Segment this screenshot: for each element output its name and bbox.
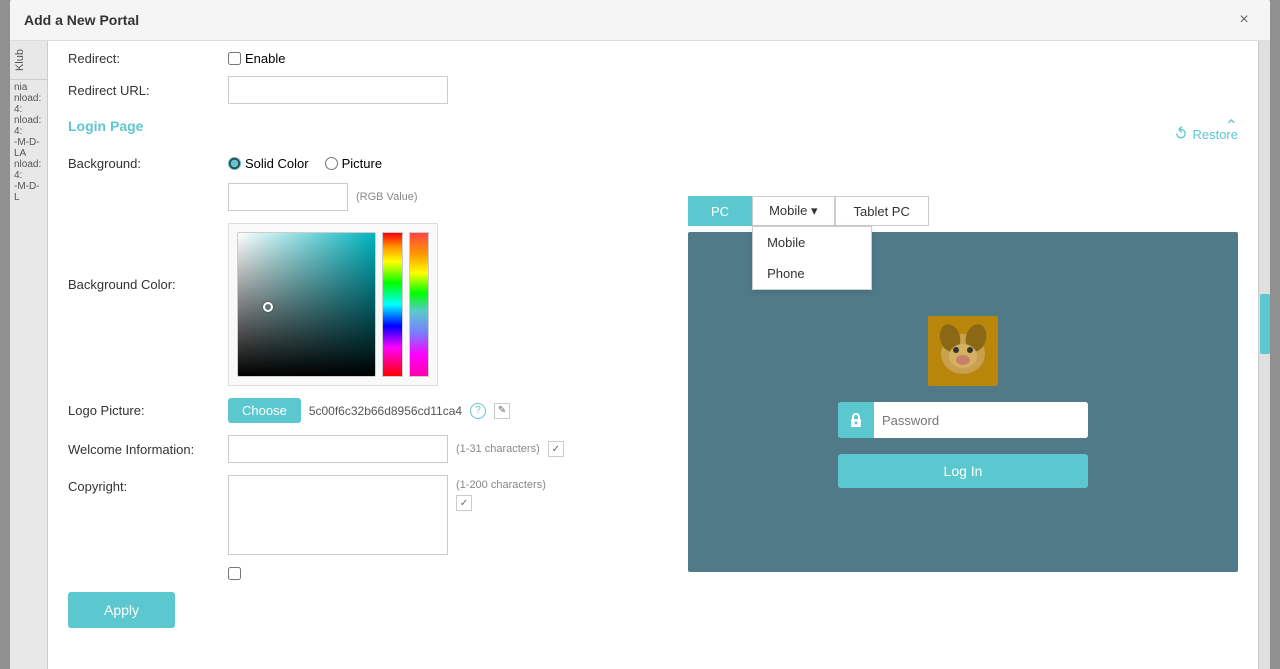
solid-color-radio[interactable]	[228, 157, 241, 170]
content-area: Redirect: Enable Redirect URL: Login Pag	[48, 41, 1258, 638]
bottom-checkbox[interactable]	[228, 567, 241, 580]
redirect-url-input[interactable]	[228, 76, 448, 104]
help-icon[interactable]: ?	[470, 403, 486, 419]
tab-pc[interactable]: PC	[688, 196, 752, 226]
modal-header: Add a New Portal ×	[10, 0, 1270, 41]
welcome-row: Welcome Information: (1-31 characters) ✓	[68, 435, 668, 463]
background-label: Background:	[68, 156, 228, 171]
enable-checkbox[interactable]	[228, 52, 241, 65]
preview-logo	[928, 316, 998, 386]
color-cursor[interactable]	[263, 302, 273, 312]
copyright-char-info: (1-200 characters)	[456, 479, 546, 491]
picture-radio[interactable]	[325, 157, 338, 170]
tab-mobile[interactable]: Mobile ▾	[752, 196, 834, 226]
tabs-left: PC Mobile ▾ Mobile Phone	[688, 196, 929, 226]
right-col: PC Mobile ▾ Mobile Phone	[688, 156, 1238, 628]
welcome-info-icon[interactable]: ✓	[548, 441, 564, 457]
preview-password-input[interactable]	[874, 402, 1088, 438]
close-button[interactable]: ×	[1232, 8, 1256, 32]
copyright-label: Copyright:	[68, 475, 228, 494]
logo-label: Logo Picture:	[68, 403, 228, 418]
tab-mobile-wrapper: Mobile ▾ Mobile Phone	[752, 196, 834, 226]
sidebar-info-1: nia	[14, 82, 43, 93]
device-tabs-container: PC Mobile ▾ Mobile Phone	[688, 196, 1238, 226]
logo-row: Logo Picture: Choose 5c00f6c32b66d8956cd…	[68, 398, 668, 423]
redirect-row: Redirect: Enable	[68, 51, 1238, 66]
copyright-info-icon[interactable]: ✓	[456, 495, 472, 511]
sidebar-label-klub: Klub	[10, 41, 47, 79]
welcome-controls: (1-31 characters) ✓	[228, 435, 564, 463]
picture-label: Picture	[342, 156, 382, 171]
preview-logo-img	[928, 316, 998, 386]
tab-tablet[interactable]: Tablet PC	[835, 196, 929, 226]
edit-icon[interactable]: ✎	[494, 403, 510, 419]
scrollbar-thumb[interactable]	[1260, 294, 1270, 354]
left-sidebar: Klub nia nload: 4: nload: 4: -M-D-LA nlo…	[10, 41, 48, 669]
bg-color-label: Background Color:	[68, 277, 228, 292]
color-spectrum-canvas[interactable]	[237, 232, 376, 377]
sidebar-info-3: 4:	[14, 104, 43, 115]
welcome-char-info: (1-31 characters)	[456, 443, 540, 455]
picture-option[interactable]: Picture	[325, 156, 382, 171]
bottom-checkbox-row	[68, 567, 668, 580]
dropdown-phone[interactable]: Phone	[753, 258, 871, 289]
hue-strip[interactable]	[382, 232, 403, 377]
rgb-hint: (RGB Value)	[356, 191, 418, 203]
mobile-dropdown: Mobile Phone	[752, 226, 872, 290]
welcome-input[interactable]	[228, 435, 448, 463]
bg-color-controls: #61838b (RGB Value)	[228, 183, 438, 386]
dropdown-mobile[interactable]: Mobile	[753, 227, 871, 258]
enable-label[interactable]: Enable	[228, 51, 285, 66]
scrollbar[interactable]	[1258, 41, 1270, 669]
choose-button[interactable]: Choose	[228, 398, 301, 423]
color-value-input[interactable]: #61838b	[228, 183, 348, 211]
copyright-row: Copyright: (1-200 characters) ✓	[68, 475, 668, 555]
background-row: Background: Solid Color Picture	[68, 156, 668, 171]
sidebar-info-5: 4:	[14, 126, 43, 137]
modal-title: Add a New Portal	[24, 12, 139, 28]
sidebar-info-2: nload:	[14, 93, 43, 104]
logo-filename: 5c00f6c32b66d8956cd11ca4	[309, 404, 462, 418]
sidebar-info-9: -M-D-L	[14, 181, 43, 203]
color-input-row: #61838b (RGB Value)	[228, 183, 438, 211]
preview-login-button[interactable]: Log In	[838, 454, 1088, 488]
sidebar-info-8: 4:	[14, 170, 43, 181]
apply-btn-container: Apply	[68, 592, 668, 628]
login-page-title: Login Page	[68, 118, 143, 134]
two-col-layout: Background: Solid Color Picture	[68, 156, 1238, 628]
redirect-url-label: Redirect URL:	[68, 83, 228, 98]
bg-color-row: Background Color: #61838b (RGB Value)	[68, 183, 668, 386]
main-content: Redirect: Enable Redirect URL: Login Pag	[48, 41, 1258, 669]
sidebar-info-4: nload:	[14, 115, 43, 126]
color-picker-wrapper	[228, 223, 438, 386]
left-col: Background: Solid Color Picture	[68, 156, 668, 628]
sidebar-info-7: nload:	[14, 159, 43, 170]
modal: Add a New Portal × Klub nia nload: 4: nl…	[10, 0, 1270, 669]
color-spectrum	[238, 233, 375, 376]
logo-controls: Choose 5c00f6c32b66d8956cd11ca4 ? ✎	[228, 398, 510, 423]
modal-overlay: Add a New Portal × Klub nia nload: 4: nl…	[0, 0, 1280, 669]
welcome-label: Welcome Information:	[68, 442, 228, 457]
alpha-strip[interactable]	[409, 232, 430, 377]
redirect-url-row: Redirect URL:	[68, 76, 1238, 104]
background-radio-group: Solid Color Picture	[228, 156, 382, 171]
copyright-textarea[interactable]	[228, 475, 448, 555]
modal-body: Klub nia nload: 4: nload: 4: -M-D-LA nlo…	[10, 41, 1270, 669]
solid-color-label: Solid Color	[245, 156, 309, 171]
login-page-section-header: Login Page ⌃	[68, 116, 1238, 142]
restore-button[interactable]: ↺ Restore	[1175, 124, 1238, 144]
preview-lock-icon	[838, 402, 874, 438]
sidebar-info-6: -M-D-LA	[14, 137, 43, 159]
preview-password-row	[838, 402, 1088, 438]
solid-color-option[interactable]: Solid Color	[228, 156, 309, 171]
apply-button[interactable]: Apply	[68, 592, 175, 628]
copyright-controls: (1-200 characters) ✓	[228, 475, 546, 555]
redirect-label: Redirect:	[68, 51, 228, 66]
